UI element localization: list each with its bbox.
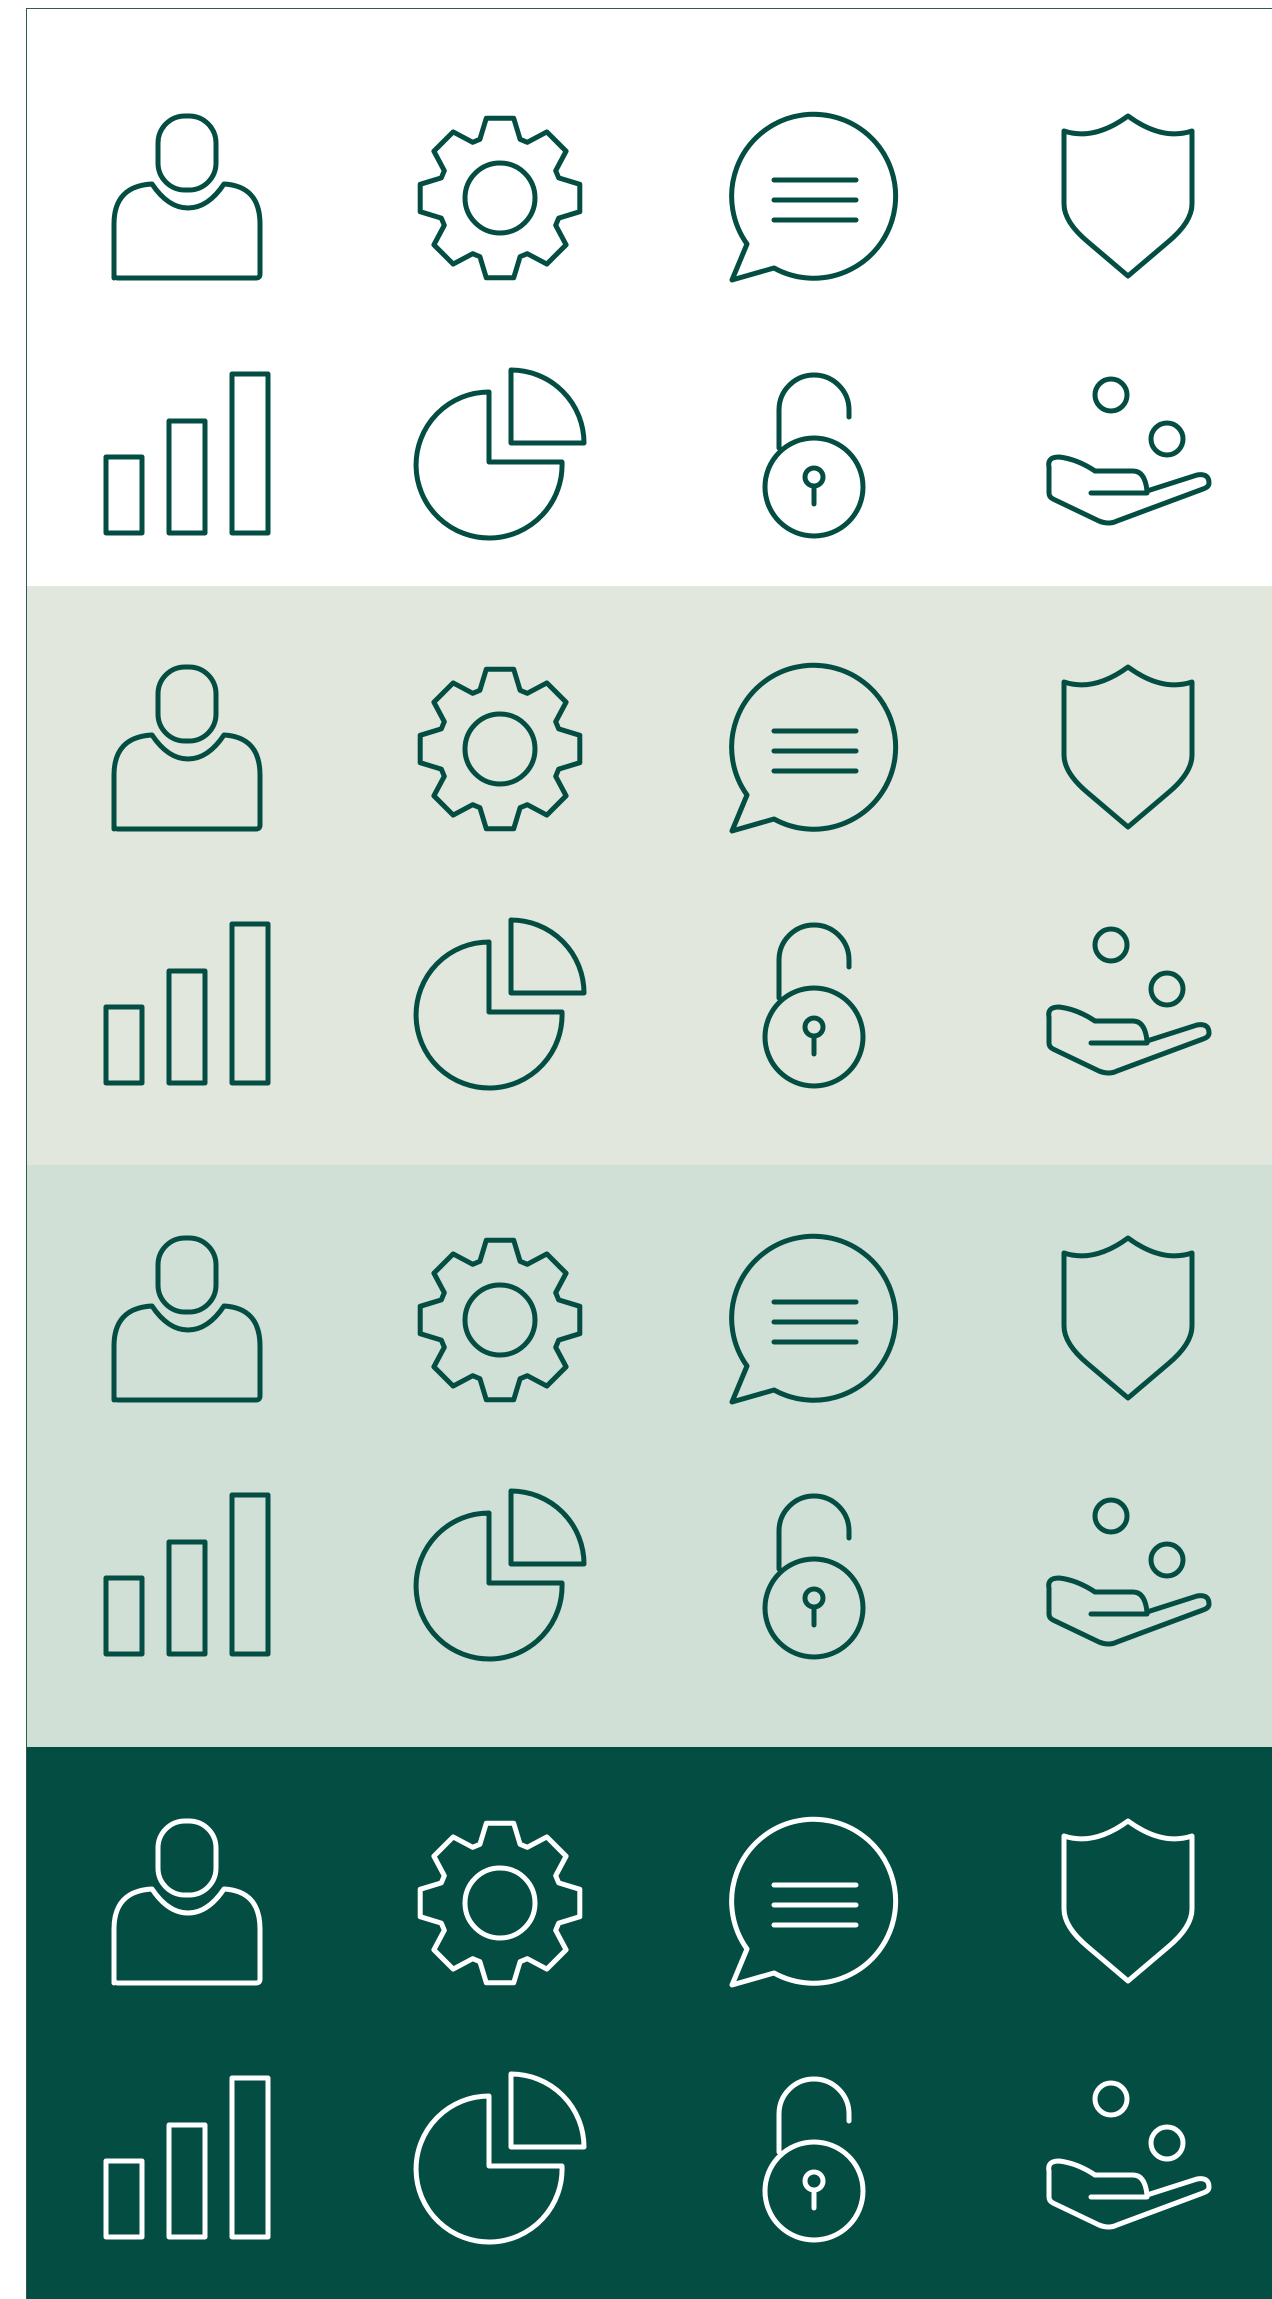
band-light-sage xyxy=(27,586,1272,1165)
band-white xyxy=(27,9,1272,586)
band-dark-green xyxy=(27,1747,1272,2299)
band-light-mint xyxy=(27,1165,1272,1747)
